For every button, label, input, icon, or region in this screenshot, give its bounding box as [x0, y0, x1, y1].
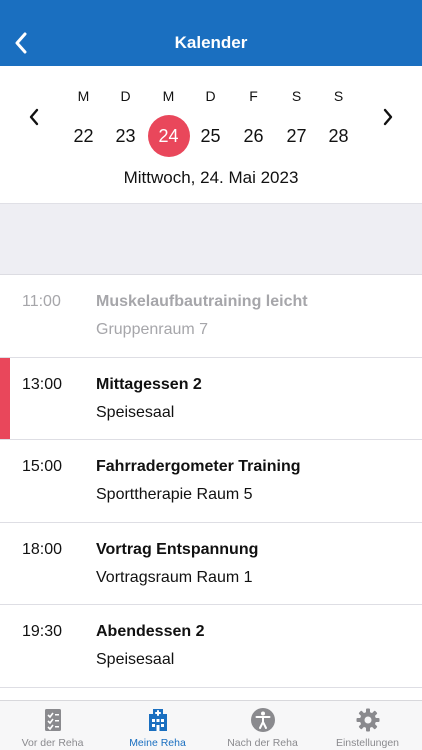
- event-title: Abendessen 2: [96, 623, 205, 640]
- weekday-label: M: [77, 88, 90, 104]
- event-location: Vortragsraum Raum 1: [96, 568, 253, 586]
- day-monday[interactable]: M 22: [62, 87, 105, 157]
- event-list: 11:00 Muskelaufbautraining leicht Gruppe…: [0, 275, 422, 688]
- weekday-label: D: [120, 88, 131, 104]
- previous-week-button[interactable]: [23, 106, 45, 128]
- tab-vor-der-reha[interactable]: Vor der Reha: [0, 701, 105, 750]
- section-spacer: [0, 204, 422, 275]
- tab-label: Einstellungen: [335, 737, 400, 749]
- tab-einstellungen[interactable]: Einstellungen: [315, 701, 420, 750]
- week-strip: M 22 D 23 M 24 D 25 F 26 S 27 S 28 Mittw…: [0, 66, 422, 204]
- weekday-label: D: [205, 88, 216, 104]
- day-saturday[interactable]: S 27: [275, 87, 318, 157]
- event-time: 15:00: [22, 458, 63, 475]
- event-title: Fahrradergometer Training: [96, 458, 301, 475]
- day-number: 25: [200, 126, 221, 146]
- event-title: Mittagessen 2: [96, 375, 202, 393]
- selected-day-number: 24: [147, 115, 190, 157]
- day-number: 27: [286, 126, 307, 146]
- tab-bar: Vor der Reha Meine Reha Nach der Reha Ei…: [0, 700, 422, 750]
- event-location: Speisesaal: [96, 403, 175, 421]
- current-event-marker: [0, 357, 10, 439]
- event-row-current[interactable]: 13:00 Mittagessen 2 Speisesaal: [0, 357, 422, 440]
- day-thursday[interactable]: D 25: [189, 87, 232, 157]
- day-number: 23: [115, 126, 136, 146]
- next-week-button[interactable]: [377, 106, 399, 128]
- event-title: Muskelaufbautraining leicht: [96, 293, 308, 310]
- event-title: Vortrag Entspannung: [96, 540, 259, 558]
- page-title: Kalender: [174, 33, 248, 52]
- event-time: 13:00: [22, 375, 63, 393]
- weekday-label: S: [291, 88, 302, 104]
- tab-meine-reha[interactable]: Meine Reha: [105, 701, 210, 750]
- event-location: Speisesaal: [96, 651, 175, 668]
- event-row[interactable]: 11:00 Muskelaufbautraining leicht Gruppe…: [0, 275, 422, 358]
- chevron-left-icon: [29, 108, 39, 126]
- day-friday[interactable]: F 26: [232, 87, 275, 157]
- gear-icon: [356, 708, 380, 732]
- accessibility-icon: [251, 708, 275, 732]
- event-row[interactable]: 15:00 Fahrradergometer Training Sportthe…: [0, 440, 422, 523]
- event-location: Sporttherapie Raum 5: [96, 486, 253, 503]
- navigation-bar: Kalender: [0, 0, 422, 66]
- day-wednesday[interactable]: M 24: [147, 87, 190, 157]
- weekday-label: S: [333, 88, 344, 104]
- day-number: 28: [328, 126, 349, 146]
- weekday-label: M: [162, 88, 175, 104]
- day-tuesday[interactable]: D 23: [104, 87, 147, 157]
- tab-label: Vor der Reha: [21, 737, 84, 749]
- tab-label: Nach der Reha: [227, 737, 298, 749]
- weekday-label: F: [249, 88, 258, 104]
- event-time: 11:00: [22, 293, 61, 310]
- hospital-icon: [149, 709, 167, 731]
- selected-date-label: Mittwoch, 24. Mai 2023: [123, 168, 299, 187]
- tab-label: Meine Reha: [129, 737, 186, 749]
- tab-nach-der-reha[interactable]: Nach der Reha: [210, 701, 315, 750]
- event-row[interactable]: 18:00 Vortrag Entspannung Vortragsraum R…: [0, 522, 422, 605]
- day-sunday[interactable]: S 28: [317, 87, 360, 157]
- event-row[interactable]: 19:30 Abendessen 2 Speisesaal: [0, 605, 422, 688]
- chevron-right-icon: [383, 108, 393, 126]
- event-location: Gruppenraum 7: [96, 321, 209, 338]
- event-time: 18:00: [22, 540, 63, 558]
- event-time: 19:30: [22, 623, 63, 640]
- checklist-icon: [45, 709, 61, 731]
- day-number: 26: [243, 126, 264, 146]
- day-number: 22: [73, 126, 94, 146]
